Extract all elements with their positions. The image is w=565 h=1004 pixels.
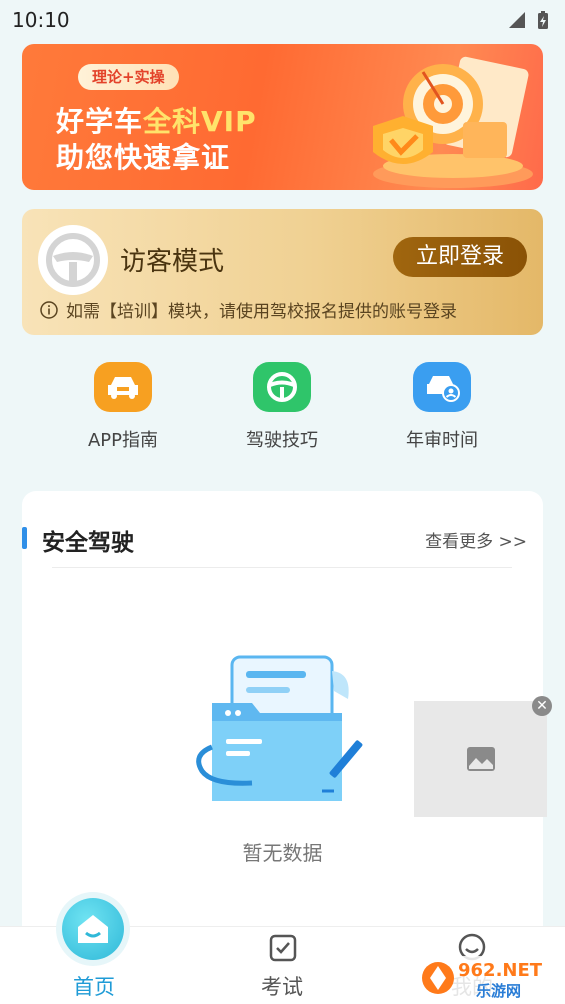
steering-avatar-icon <box>46 233 100 287</box>
status-bar: 10:10 <box>0 0 565 40</box>
tab-exam[interactable]: 考试 <box>222 927 342 1004</box>
quick-nav-label: APP指南 <box>87 430 159 451</box>
steering-wheel-icon <box>253 362 311 412</box>
section-title: 安全驾驶 <box>42 530 134 556</box>
signal-icon <box>509 12 525 28</box>
quick-nav-driving-tips[interactable]: 驾驶技巧 <box>212 362 352 452</box>
vip-banner[interactable]: 理论+实操 好学车全科VIP 助您快速拿证 <box>22 44 543 190</box>
banner-headline-highlight: 全科VIP <box>143 105 257 138</box>
tab-label: 首页 <box>73 975 115 999</box>
quick-nav-app-guide[interactable]: APP指南 <box>53 362 193 452</box>
visitor-card: 访客模式 立即登录 如需【培训】模块，请使用驾校报名提供的账号登录 <box>22 209 543 335</box>
view-more-link[interactable]: 查看更多 >> <box>425 527 527 552</box>
avatar <box>38 225 108 295</box>
visitor-note: 如需【培训】模块，请使用驾校报名提供的账号登录 <box>40 297 457 322</box>
exam-check-icon <box>269 934 297 962</box>
empty-folder-illustration <box>196 655 363 801</box>
banner-headline-prefix: 好学车 <box>56 105 144 138</box>
site-watermark-logo: 962.NET 乐游网 <box>418 956 565 1002</box>
visitor-mode-title: 访客模式 <box>120 247 225 277</box>
info-icon <box>40 300 58 319</box>
watermark-line2: 乐游网 <box>476 982 521 1000</box>
quick-nav: APP指南 驾驶技巧 年审时间 <box>0 362 565 462</box>
banner-tag: 理论+实操 <box>78 64 179 90</box>
banner-target-shield-illustration <box>373 56 533 188</box>
quick-nav-label: 驾驶技巧 <box>246 430 318 451</box>
battery-icon <box>538 11 548 29</box>
section-divider <box>52 567 512 568</box>
empty-state-text: 暂无数据 <box>242 841 323 865</box>
login-button[interactable]: 立即登录 <box>393 237 527 277</box>
car-user-icon <box>413 362 471 412</box>
status-icons <box>507 10 549 30</box>
section-accent-bar <box>22 527 27 549</box>
watermark-line1: 962.NET <box>458 960 543 981</box>
visitor-note-text: 如需【培训】模块，请使用驾校报名提供的账号登录 <box>66 302 457 322</box>
floating-ad[interactable] <box>414 701 547 817</box>
status-time: 10:10 <box>12 8 70 32</box>
banner-subline: 助您快速拿证 <box>56 141 231 174</box>
home-icon[interactable] <box>62 898 124 960</box>
car-guide-icon <box>94 362 152 412</box>
tab-label: 考试 <box>261 975 303 999</box>
quick-nav-annual-check[interactable]: 年审时间 <box>372 362 512 452</box>
image-placeholder-icon <box>466 747 495 771</box>
quick-nav-label: 年审时间 <box>406 430 478 451</box>
banner-headline: 好学车全科VIP <box>56 100 257 140</box>
ad-close-icon[interactable]: ✕ <box>532 696 552 716</box>
